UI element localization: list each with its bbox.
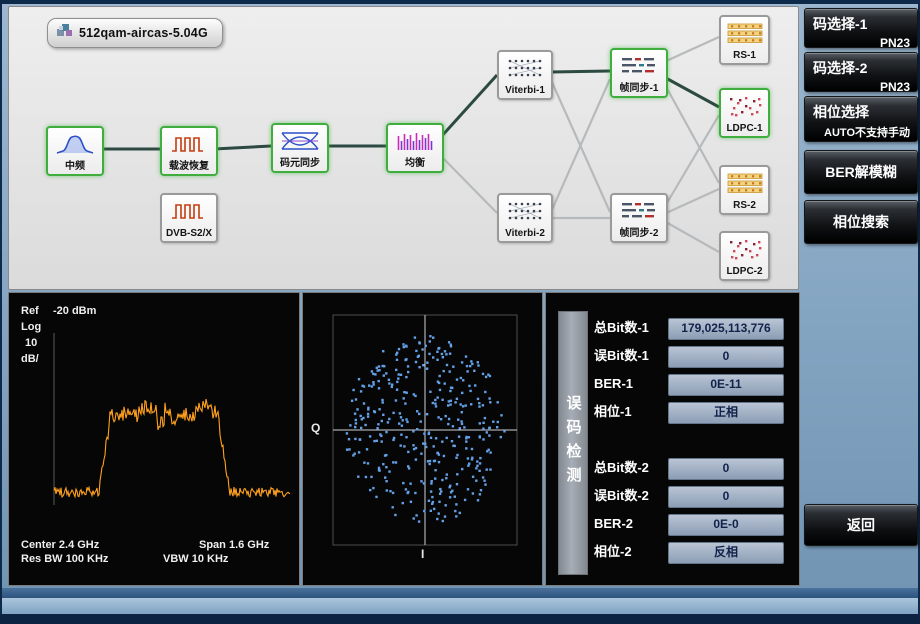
bottom-band-light [2,598,918,614]
node-label: LDPC-1 [721,122,768,136]
ber-section-label: 误码检测 [563,395,584,491]
bottom-edge [0,614,920,624]
button-label: 码选择-2 [805,53,917,78]
ber-row-value: 0 [668,346,784,368]
ref-value: -20 dBm [53,305,96,317]
node-fs1[interactable]: 帧同步-1 [610,48,668,98]
code-select-2-button[interactable]: 码选择-2PN23 [804,52,918,92]
spectrum-panel: Ref -20 dBm Log 10 dB/ Center 2.4 GHz Sp… [8,292,300,586]
ber-section-tab: 误码检测 [558,311,588,575]
ber-row-value: 0 [668,486,784,508]
node-if[interactable]: 中频 [46,126,104,176]
signal-source-badge[interactable]: 512qam-aircas-5.04G [47,18,223,48]
node-ldpc1[interactable]: LDPC-1 [719,88,770,138]
button-value: PN23 [805,34,917,54]
ber-row-label: BER-1 [594,374,633,394]
node-label: LDPC-2 [721,265,768,279]
node-label: RS-2 [721,199,768,213]
ber-row-value: 0 [668,458,784,480]
ldpc-icon [721,233,768,265]
constellation-plot [303,293,540,583]
scale-value: 10 [25,337,37,349]
ber-row-label: 误Bit数-2 [594,486,649,506]
node-label: 帧同步-2 [612,227,666,241]
node-label: 码元同步 [273,157,327,171]
back-button[interactable]: 返回 [804,504,918,546]
frame-icon [612,195,666,227]
vbw-label: VBW 10 KHz [163,553,228,565]
button-label: 相位选择 [805,97,917,122]
ref-label: Ref [21,305,39,317]
node-label: RS-1 [721,49,768,63]
node-label: DVB-S2/X [162,227,216,241]
ldpc-icon [721,90,768,122]
node-fs2[interactable]: 帧同步-2 [610,193,668,243]
trellis-icon [499,195,551,227]
node-vit2[interactable]: Viterbi-2 [497,193,553,243]
span-label: Span 1.6 GHz [199,539,269,551]
q-axis-label: Q [311,421,320,435]
signal-flow-panel: 512qam-aircas-5.04G 中频 载波恢复 码元同步 均衡 DVB-S2/X… [8,6,799,290]
frame-icon [612,50,666,82]
ber-row-value: 反相 [668,542,784,564]
button-label: 码选择-1 [805,9,917,34]
node-vit1[interactable]: Viterbi-1 [497,50,553,100]
rbw-label: Res BW 100 KHz [21,553,108,565]
node-label: Viterbi-2 [499,227,551,241]
comb-icon [388,125,442,157]
node-carrier[interactable]: 载波恢复 [160,126,218,176]
button-value: AUTO不支持手动 [805,122,917,144]
node-label: 载波恢复 [162,160,216,174]
ber-row-value: 179,025,113,776 [668,318,784,340]
per-div-label: dB/ [21,353,39,365]
rs-icon [721,167,768,199]
ber-row-label: 相位-1 [594,402,632,422]
node-ldpc2[interactable]: LDPC-2 [719,231,770,281]
ber-disambiguate-button[interactable]: BER解模糊 [804,150,918,194]
ber-row-label: 总Bit数-2 [594,458,649,478]
node-dvb[interactable]: DVB-S2/X [160,193,218,243]
ber-row-value: 0E-0 [668,514,784,536]
code-select-1-button[interactable]: 码选择-1PN23 [804,8,918,48]
spectrum-icon [48,128,102,160]
ber-row-value: 0E-11 [668,374,784,396]
pulse-icon [162,128,216,160]
constellation-panel: Q I [302,292,543,586]
phase-select-button[interactable]: 相位选择AUTO不支持手动 [804,96,918,142]
signal-title: 512qam-aircas-5.04G [79,26,208,40]
trellis-icon [499,52,551,84]
rs-icon [721,17,768,49]
node-rs1[interactable]: RS-1 [719,15,770,65]
center-freq-label: Center 2.4 GHz [21,539,99,551]
node-symsync[interactable]: 码元同步 [271,123,329,173]
node-label: 帧同步-1 [612,82,666,96]
ber-row-label: 相位-2 [594,542,632,562]
ber-row-value: 正相 [668,402,784,424]
phase-search-button[interactable]: 相位搜索 [804,200,918,244]
node-label: 均衡 [388,157,442,171]
button-label: 相位搜索 [833,212,889,232]
bottom-band-dark [2,588,918,598]
app-window: 512qam-aircas-5.04G 中频 载波恢复 码元同步 均衡 DVB-S2/X… [0,0,920,624]
ber-row-label: 总Bit数-1 [594,318,649,338]
button-value: PN23 [805,78,917,98]
back-button-label: 返回 [847,515,875,535]
button-label: BER解模糊 [825,162,897,182]
pulse-icon [162,195,216,227]
eye-icon [273,125,327,157]
ber-row-label: BER-2 [594,514,633,534]
ber-row-label: 误Bit数-1 [594,346,649,366]
node-label: 中频 [48,160,102,174]
node-eq[interactable]: 均衡 [386,123,444,173]
log-label: Log [21,321,41,333]
node-rs2[interactable]: RS-2 [719,165,770,215]
node-label: Viterbi-1 [499,84,551,98]
i-axis-label: I [421,547,424,561]
signal-file-icon [56,23,73,44]
ber-panel: 误码检测 总Bit数-1 179,025,113,776 误Bit数-1 0 BER-1… [545,292,800,586]
